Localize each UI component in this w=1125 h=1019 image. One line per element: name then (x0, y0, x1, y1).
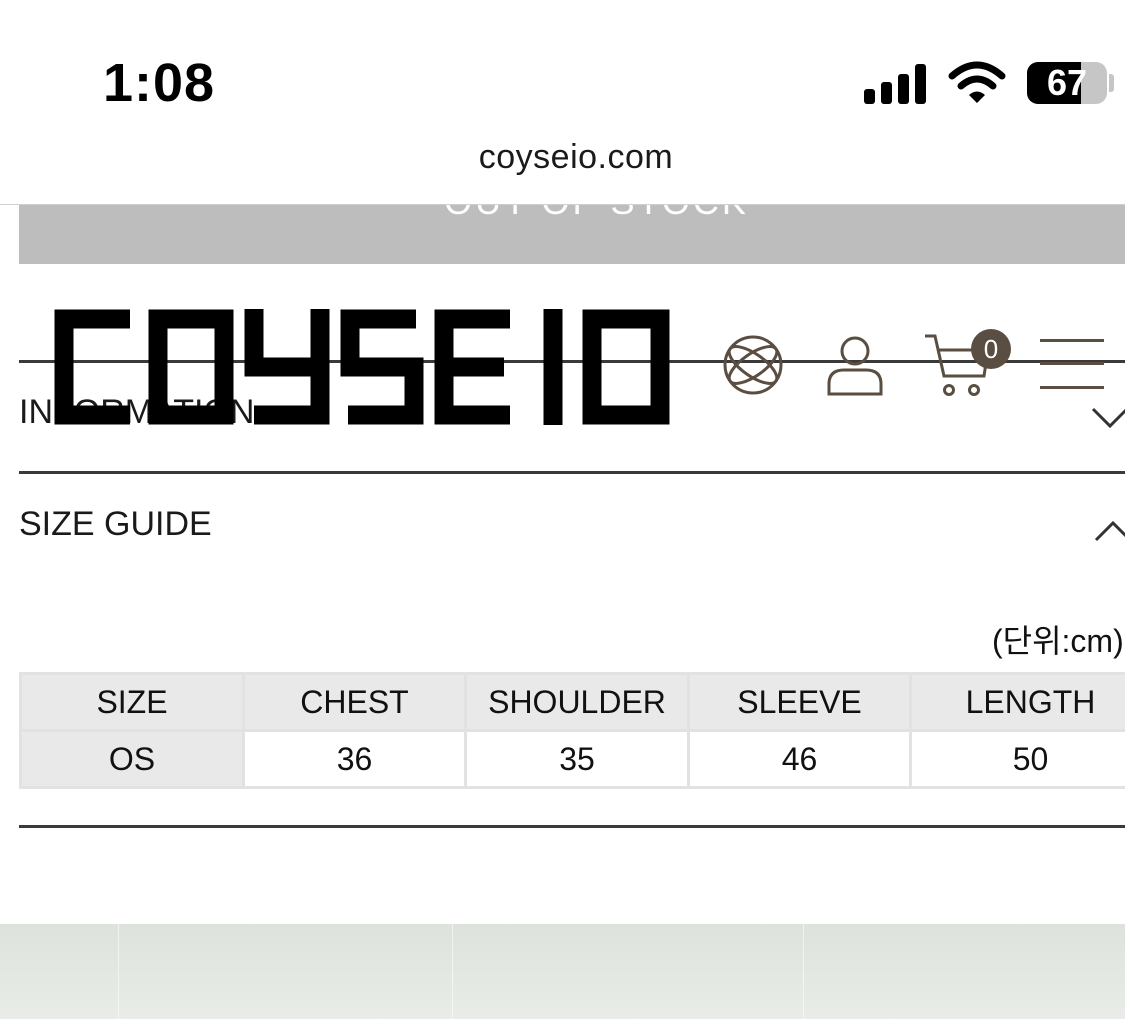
cell-size: OS (19, 729, 245, 789)
battery-cap (1109, 74, 1114, 92)
accordion-divider (19, 471, 1125, 474)
battery-icon: 67 (1027, 62, 1107, 104)
accordion-divider (19, 825, 1125, 828)
chevron-up-icon[interactable] (1093, 518, 1125, 544)
cell-shoulder: 35 (464, 729, 690, 789)
status-time: 1:08 (103, 53, 216, 113)
status-bar: 1:08 67 coyseio.com (0, 0, 1125, 176)
image-texture (452, 924, 453, 1019)
cart-count-badge: 0 (971, 329, 1011, 369)
accordion-size-guide-label[interactable]: SIZE GUIDE (19, 505, 212, 544)
column-header-chest: CHEST (242, 672, 467, 732)
column-header-shoulder: SHOULDER (464, 672, 690, 732)
cell-sleeve: 46 (687, 729, 912, 789)
out-of-stock-button[interactable]: OUT OF STOCK (19, 205, 1125, 264)
battery-percentage: 67 (1046, 62, 1088, 103)
table-row: OS 36 35 46 50 (19, 729, 1125, 789)
product-image (0, 924, 1125, 1019)
out-of-stock-label: OUT OF STOCK (19, 205, 1125, 223)
address-bar-url[interactable]: coyseio.com (0, 138, 1125, 177)
column-header-sleeve: SLEEVE (687, 672, 912, 732)
signal-icon (864, 64, 928, 104)
column-header-length: LENGTH (909, 672, 1125, 732)
globe-icon[interactable] (718, 330, 788, 400)
chevron-down-icon[interactable] (1090, 405, 1125, 431)
brand-logo[interactable] (48, 305, 680, 429)
menu-line (1040, 362, 1104, 365)
table-header-row: SIZE CHEST SHOULDER SLEEVE LENGTH (19, 672, 1125, 732)
size-guide-unit: (단위:cm) (992, 623, 1124, 659)
cell-chest: 36 (242, 729, 467, 789)
image-texture (803, 924, 804, 1019)
user-icon[interactable] (824, 334, 886, 398)
image-texture (118, 924, 119, 1019)
column-header-size: SIZE (19, 672, 245, 732)
cell-length: 50 (909, 729, 1125, 789)
menu-line (1040, 386, 1104, 389)
menu-line (1040, 339, 1104, 342)
wifi-icon (948, 61, 1006, 103)
size-guide-table: SIZE CHEST SHOULDER SLEEVE LENGTH OS 36 … (19, 672, 1125, 789)
